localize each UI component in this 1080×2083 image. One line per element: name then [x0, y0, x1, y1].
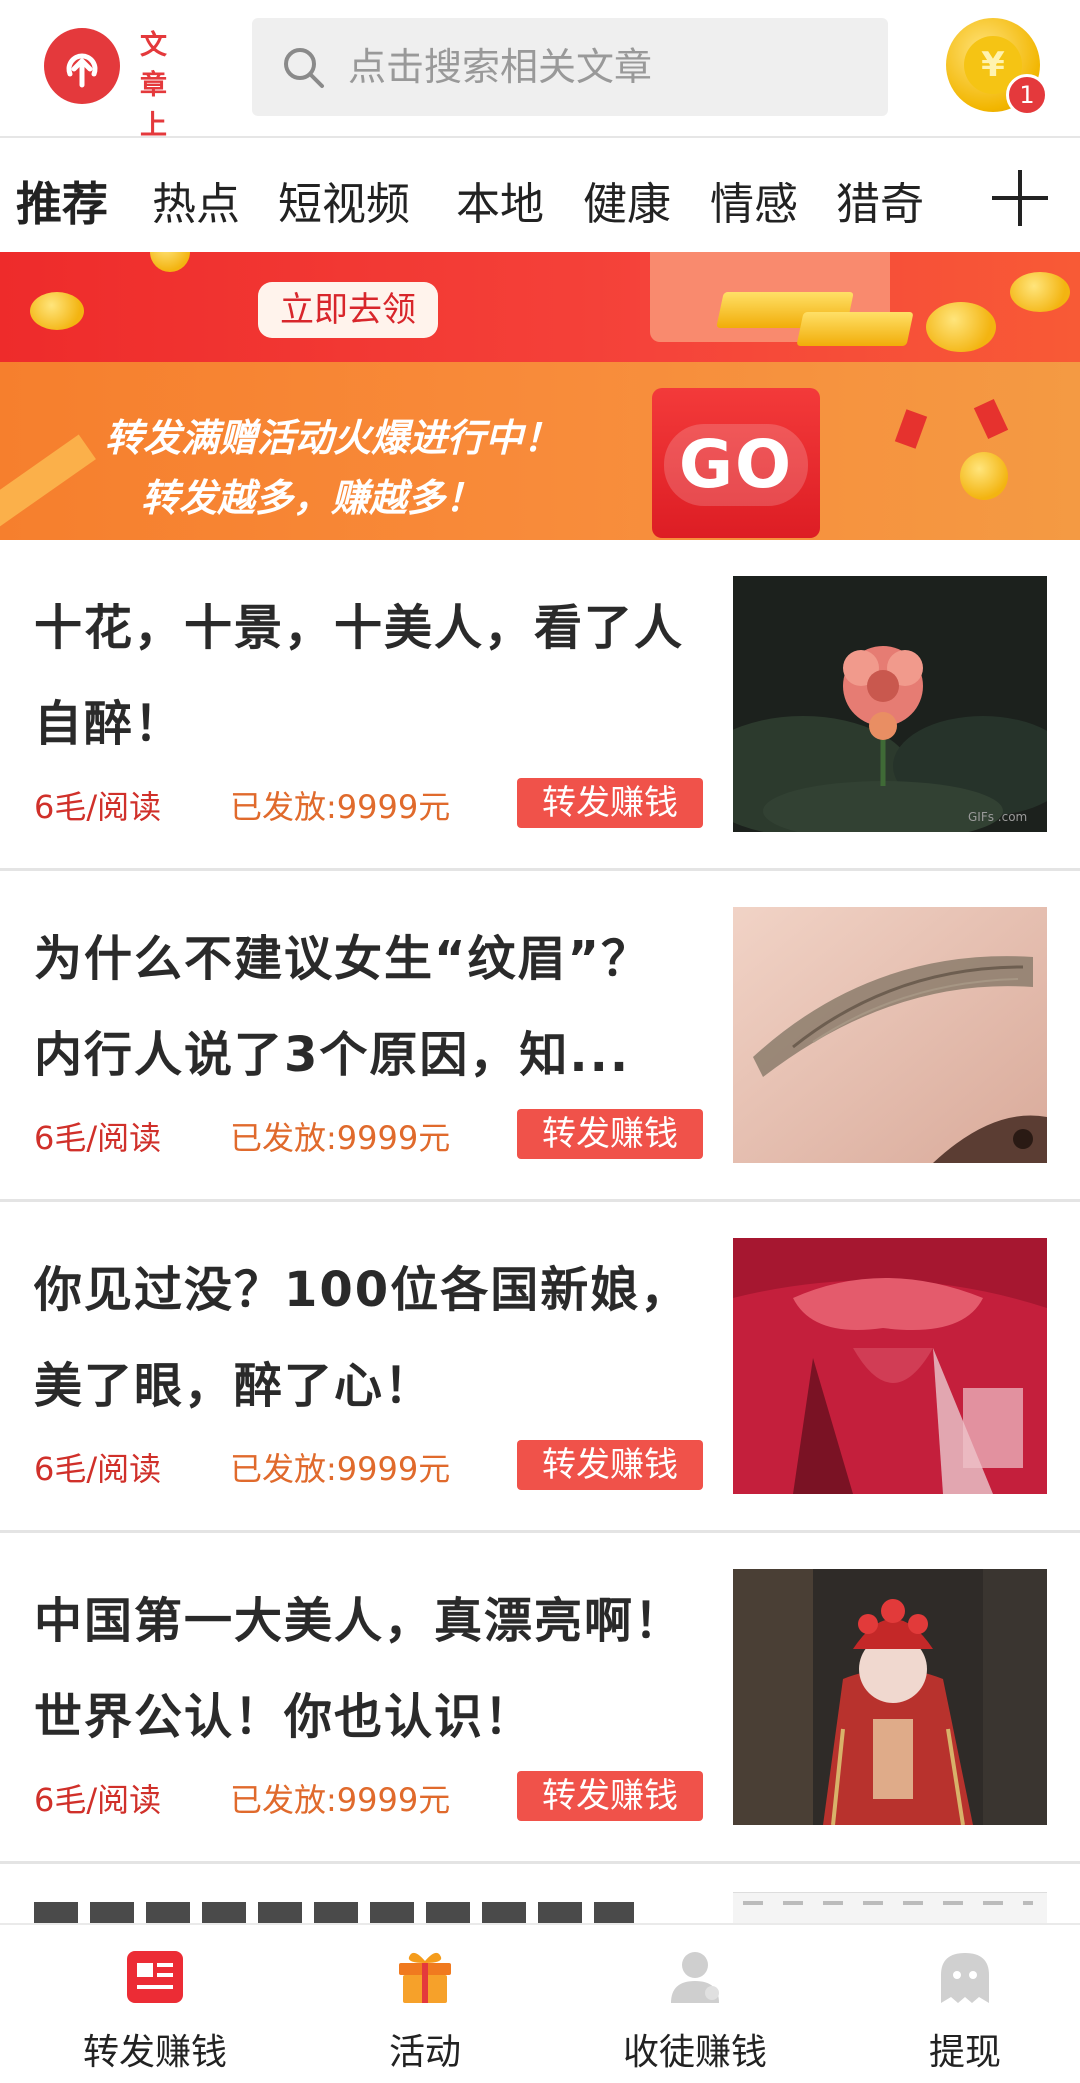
article-meta: 6毛/阅读 已发放:9999元 转发赚钱 — [34, 1109, 714, 1159]
article-thumbnail — [733, 1569, 1047, 1825]
article-title: 为什么不建议女生“纹眉”？内行人说了3个原因，知... — [34, 931, 652, 1083]
claim-now-button[interactable]: 立即去领 — [258, 282, 438, 338]
nav-withdraw[interactable]: 提现 — [830, 1925, 1080, 2083]
share-earn-button[interactable]: 转发赚钱 — [517, 1440, 703, 1490]
promo-line-1: 转发满赠活动火爆进行中！ — [105, 416, 562, 460]
upload-icon — [44, 28, 120, 104]
news-icon — [127, 1951, 183, 2003]
article-item[interactable]: 为什么不建议女生“纹眉”？内行人说了3个原因，知... 6毛/阅读 已发放:99… — [0, 871, 1080, 1202]
tab-emotion[interactable]: 情感 — [710, 168, 798, 232]
article-item[interactable]: 中国第一大美人，真漂亮啊！世界公认！你也认识！ 6毛/阅读 已发放:9999元 … — [0, 1533, 1080, 1864]
promo-text: 转发满赠活动火爆进行中！ 转发越多，赚越多！ — [105, 408, 561, 528]
mini-envelope-decoration — [973, 398, 1009, 440]
nav-activity[interactable]: 活动 — [290, 1925, 560, 2083]
search-input[interactable] — [348, 34, 868, 100]
search-icon — [284, 48, 324, 88]
article-thumbnail — [733, 907, 1047, 1163]
coin-wallet-button[interactable]: ¥ 1 — [946, 18, 1048, 116]
add-tab-icon[interactable] — [990, 168, 1050, 228]
paid-amount: 已发放:9999元 — [230, 1781, 451, 1819]
tab-recommend[interactable]: 推荐 — [16, 168, 108, 234]
bottom-navigation: 转发赚钱 活动 收徒赚钱 提现 — [0, 1923, 1080, 2083]
gift-icon — [399, 1952, 451, 2003]
coin-decoration — [30, 292, 84, 330]
share-earn-button[interactable]: 转发赚钱 — [517, 778, 703, 828]
nav-label: 活动 — [388, 2032, 461, 2073]
thumbnail-watermark: GIFs .com — [968, 810, 1027, 824]
article-title: 中国第一大美人，真漂亮啊！世界公认！你也认识！ — [34, 1593, 685, 1745]
promo-line-2: 转发越多，赚越多！ — [141, 476, 484, 520]
nav-label: 收徒赚钱 — [622, 2032, 767, 2073]
tab-curiosity[interactable]: 猎奇 — [836, 168, 924, 232]
app-screen: 文章 上传 ¥ 1 推荐 热点 短视频 本地 健康 情感 猎奇 立即去领 — [0, 0, 1080, 2083]
article-meta: 6毛/阅读 已发放:9999元 转发赚钱 — [34, 1771, 714, 1821]
read-rate: 6毛/阅读 — [34, 788, 162, 826]
article-thumbnail: GIFs .com — [733, 576, 1047, 832]
notification-badge: 1 — [1006, 74, 1048, 116]
gold-bar-decoration — [796, 312, 914, 346]
go-graphic: GO — [664, 424, 808, 506]
coin-decoration — [960, 452, 1008, 500]
read-rate: 6毛/阅读 — [34, 1119, 162, 1157]
paid-amount: 已发放:9999元 — [230, 1119, 451, 1157]
category-tabs: 推荐 热点 短视频 本地 健康 情感 猎奇 — [0, 140, 1080, 252]
nav-label: 转发赚钱 — [82, 2032, 227, 2073]
article-list: 十花，十景，十美人，看了人自醉！ 6毛/阅读 已发放:9999元 转发赚钱 GI… — [0, 540, 1080, 1944]
paid-amount: 已发放:9999元 — [230, 788, 451, 826]
read-rate: 6毛/阅读 — [34, 1450, 162, 1488]
red-envelope-icon: GO — [652, 388, 820, 538]
article-item[interactable]: 你见过没？100位各国新娘，美了眼，醉了心！ 6毛/阅读 已发放:9999元 转… — [0, 1202, 1080, 1533]
upload-article-button[interactable]: 文章 上传 — [40, 22, 220, 181]
promo-banner[interactable]: 转发满赠活动火爆进行中！ 转发越多，赚越多！ GO — [0, 362, 1080, 540]
share-earn-button[interactable]: 转发赚钱 — [517, 1771, 703, 1821]
article-title: 你见过没？100位各国新娘，美了眼，醉了心！ — [34, 1262, 691, 1414]
claim-banner[interactable]: 立即去领 — [0, 252, 1080, 362]
search-bar[interactable] — [252, 18, 888, 116]
user-icon — [671, 1952, 719, 2003]
article-item[interactable]: 十花，十景，十美人，看了人自醉！ 6毛/阅读 已发放:9999元 转发赚钱 GI… — [0, 540, 1080, 871]
tab-hot[interactable]: 热点 — [152, 168, 240, 232]
article-title: 十花，十景，十美人，看了人自醉！ — [34, 600, 685, 752]
streak-decoration — [0, 434, 96, 540]
nav-recruit[interactable]: 收徒赚钱 — [560, 1925, 830, 2083]
coin-decoration — [926, 302, 996, 352]
top-bar: 文章 上传 ¥ 1 — [0, 0, 1080, 181]
ghost-icon — [941, 1953, 989, 2003]
article-meta: 6毛/阅读 已发放:9999元 转发赚钱 — [34, 1440, 714, 1490]
coin-decoration — [150, 252, 190, 272]
tab-local[interactable]: 本地 — [456, 168, 544, 232]
coin-decoration — [1010, 272, 1070, 312]
tab-health[interactable]: 健康 — [583, 168, 671, 232]
mini-envelope-decoration — [894, 409, 928, 449]
tab-short-video[interactable]: 短视频 — [278, 168, 410, 232]
share-earn-button[interactable]: 转发赚钱 — [517, 1109, 703, 1159]
article-meta: 6毛/阅读 已发放:9999元 转发赚钱 — [34, 778, 714, 828]
article-thumbnail — [733, 1238, 1047, 1494]
nav-label: 提现 — [928, 2032, 1001, 2073]
read-rate: 6毛/阅读 — [34, 1781, 162, 1819]
nav-share-earn[interactable]: 转发赚钱 — [20, 1925, 290, 2083]
paid-amount: 已发放:9999元 — [230, 1450, 451, 1488]
